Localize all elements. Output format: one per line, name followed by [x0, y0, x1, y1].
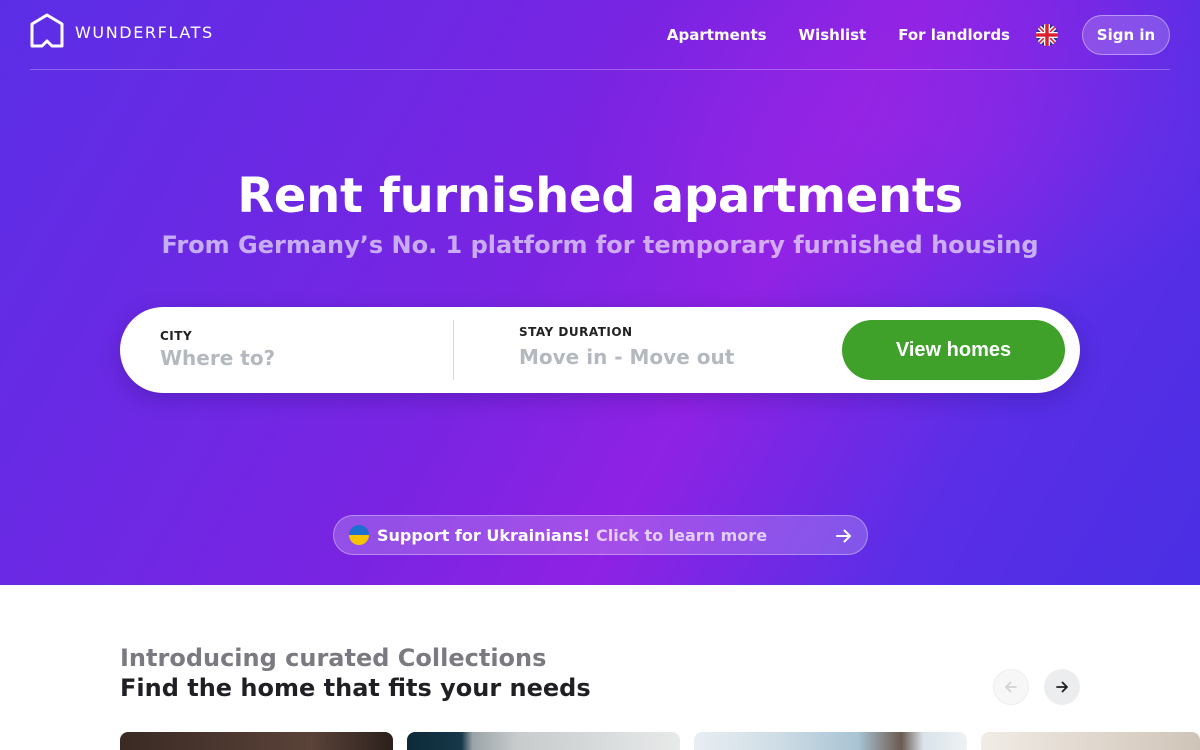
stay-duration-label: STAY DURATION: [519, 325, 633, 339]
hero-title: Rent furnished apartments: [237, 168, 963, 224]
ukraine-banner-link[interactable]: Click to learn more: [596, 526, 767, 545]
main-nav: Apartments Wishlist For landlords Sign i…: [667, 15, 1170, 55]
ukraine-banner-title: Support for Ukrainians!: [377, 525, 591, 545]
collections-title: Find the home that fits your needs: [120, 674, 591, 702]
nav-apartments[interactable]: Apartments: [667, 26, 767, 44]
collection-card[interactable]: [694, 732, 967, 750]
hero-subtitle: From Germany’s No. 1 platform for tempor…: [161, 231, 1039, 259]
collection-card[interactable]: [981, 732, 1200, 750]
house-logo-icon: [30, 13, 64, 48]
search-divider: [453, 320, 454, 380]
collections-intro: Introducing curated Collections: [120, 644, 547, 672]
stay-duration-placeholder[interactable]: Move in - Move out: [519, 345, 829, 369]
carousel-prev-button[interactable]: [993, 669, 1029, 705]
search-bar: CITY STAY DURATION Move in - Move out Vi…: [120, 307, 1080, 393]
city-input[interactable]: [160, 346, 450, 370]
city-field[interactable]: CITY: [160, 329, 450, 379]
collection-card[interactable]: [120, 732, 393, 750]
uk-flag-icon[interactable]: [1036, 24, 1058, 46]
nav-wishlist[interactable]: Wishlist: [799, 26, 867, 44]
arrow-right-icon: [836, 529, 851, 543]
city-label: CITY: [160, 329, 193, 343]
nav-for-landlords[interactable]: For landlords: [898, 26, 1010, 44]
brand-name: WUNDERFLATS: [75, 22, 214, 42]
carousel-next-button[interactable]: [1044, 669, 1080, 705]
arrow-right-icon: [1056, 681, 1068, 693]
collection-card[interactable]: [407, 732, 680, 750]
ukraine-flag-icon: [349, 525, 369, 545]
ukraine-support-banner[interactable]: Support for Ukrainians! Click to learn m…: [333, 515, 868, 555]
arrow-left-icon: [1005, 681, 1017, 693]
sign-in-button[interactable]: Sign in: [1082, 15, 1170, 55]
logo[interactable]: WUNDERFLATS: [30, 13, 214, 51]
site-header: WUNDERFLATS Apartments Wishlist For land…: [30, 0, 1170, 70]
view-homes-button[interactable]: View homes: [842, 320, 1065, 380]
hero-section: WUNDERFLATS Apartments Wishlist For land…: [0, 0, 1200, 585]
stay-duration-field[interactable]: STAY DURATION Move in - Move out: [519, 325, 829, 375]
